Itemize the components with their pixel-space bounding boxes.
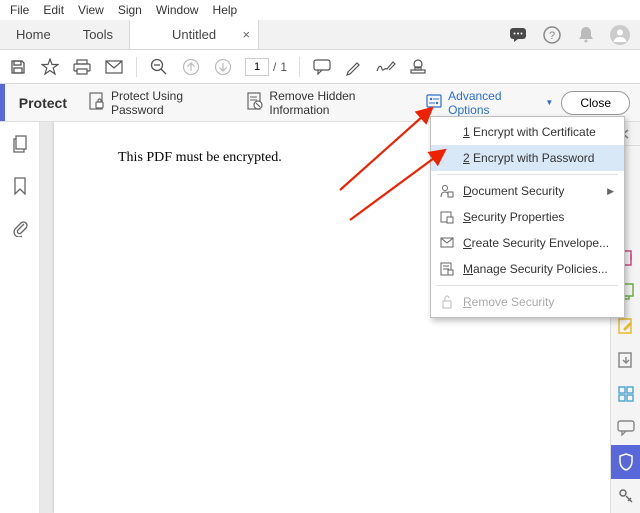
protect-using-password-button[interactable]: Protect Using Password [81,85,239,121]
menu-bar: File Edit View Sign Window Help [0,0,640,20]
close-button[interactable]: Close [561,91,630,115]
menu-security-properties-label: Security Properties [463,210,564,224]
svg-text:?: ? [549,30,555,42]
help-icon[interactable]: ? [542,25,562,45]
menu-manage-policies-label: Manage Security Policies... [463,262,608,276]
menu-help[interactable]: Help [207,1,244,19]
page-up-icon[interactable] [181,57,201,77]
envelope-icon [439,235,455,251]
menu-window[interactable]: Window [150,1,205,19]
menu-manage-policies[interactable]: Manage Security Policies... [431,256,624,282]
attachment-icon[interactable] [10,218,30,238]
remove-hidden-info-button[interactable]: Remove Hidden Information [239,85,418,121]
protect-using-password-label: Protect Using Password [111,89,231,117]
menu-encrypt-certificate-label: 1 Encrypt with Certificate [463,125,596,139]
comment-icon[interactable] [508,25,528,45]
bookmark-icon[interactable] [10,176,30,196]
more-tools-icon[interactable] [611,479,640,513]
account-icon[interactable] [610,25,630,45]
advanced-icon [426,93,442,112]
page-indicator: /1 [245,58,287,76]
close-tab-icon[interactable]: × [242,27,250,42]
menu-encrypt-password-label: 2 Encrypt with Password [463,151,594,165]
unlock-icon [439,294,455,310]
main-toolbar: /1 [0,50,640,84]
menu-document-security[interactable]: Document Security ▶ [431,178,624,204]
submenu-caret-icon: ▶ [607,186,614,197]
menu-create-envelope[interactable]: Create Security Envelope... [431,230,624,256]
tab-home[interactable]: Home [0,20,67,49]
menu-edit[interactable]: Edit [37,1,70,19]
menu-encrypt-certificate[interactable]: 1 Encrypt with Certificate [431,119,624,145]
bell-icon[interactable] [576,25,596,45]
advanced-options-menu: 1 Encrypt with Certificate 2 Encrypt wit… [430,116,625,318]
page-current-input[interactable] [245,58,269,76]
menu-document-security-label: Document Security [463,184,564,198]
protect-tool-icon[interactable] [611,445,640,479]
menu-security-properties[interactable]: Security Properties [431,204,624,230]
thumbnails-icon[interactable] [10,134,30,154]
sign-icon[interactable] [376,57,396,77]
tab-document-label: Untitled [172,27,216,42]
tab-tools[interactable]: Tools [67,20,129,49]
tab-bar: Home Tools Untitled × ? [0,20,640,50]
comment-tool-panel-icon[interactable] [611,411,640,445]
export-tool-icon[interactable] [611,343,640,377]
menu-file[interactable]: File [4,1,35,19]
save-icon[interactable] [8,57,28,77]
menu-remove-security: Remove Security [431,289,624,315]
menu-sign[interactable]: Sign [112,1,148,19]
stamp-icon[interactable] [408,57,428,77]
tab-document[interactable]: Untitled × [129,20,259,49]
star-icon[interactable] [40,57,60,77]
page-down-icon[interactable] [213,57,233,77]
menu-create-envelope-label: Create Security Envelope... [463,236,609,250]
highlight-icon[interactable] [344,57,364,77]
person-lock-icon [439,183,455,199]
comment-tool-icon[interactable] [312,57,332,77]
zoom-out-icon[interactable] [149,57,169,77]
remove-page-icon [247,92,263,113]
menu-separator [437,174,618,175]
accent-bar [0,84,5,121]
left-rail [0,122,40,513]
menu-separator [437,285,618,286]
advanced-options-label: Advanced Options [448,89,539,117]
protect-title: Protect [19,95,67,111]
menu-remove-security-label: Remove Security [463,295,554,309]
remove-hidden-info-label: Remove Hidden Information [269,89,410,117]
print-icon[interactable] [72,57,92,77]
properties-lock-icon [439,209,455,225]
policies-icon [439,261,455,277]
menu-encrypt-password[interactable]: 2 Encrypt with Password [431,145,624,171]
chevron-down-icon: ▼ [545,98,553,107]
menu-view[interactable]: View [72,1,110,19]
page-total: 1 [280,60,287,74]
organize-tool-icon[interactable] [611,377,640,411]
lock-page-icon [89,92,105,113]
mail-icon[interactable] [104,57,124,77]
